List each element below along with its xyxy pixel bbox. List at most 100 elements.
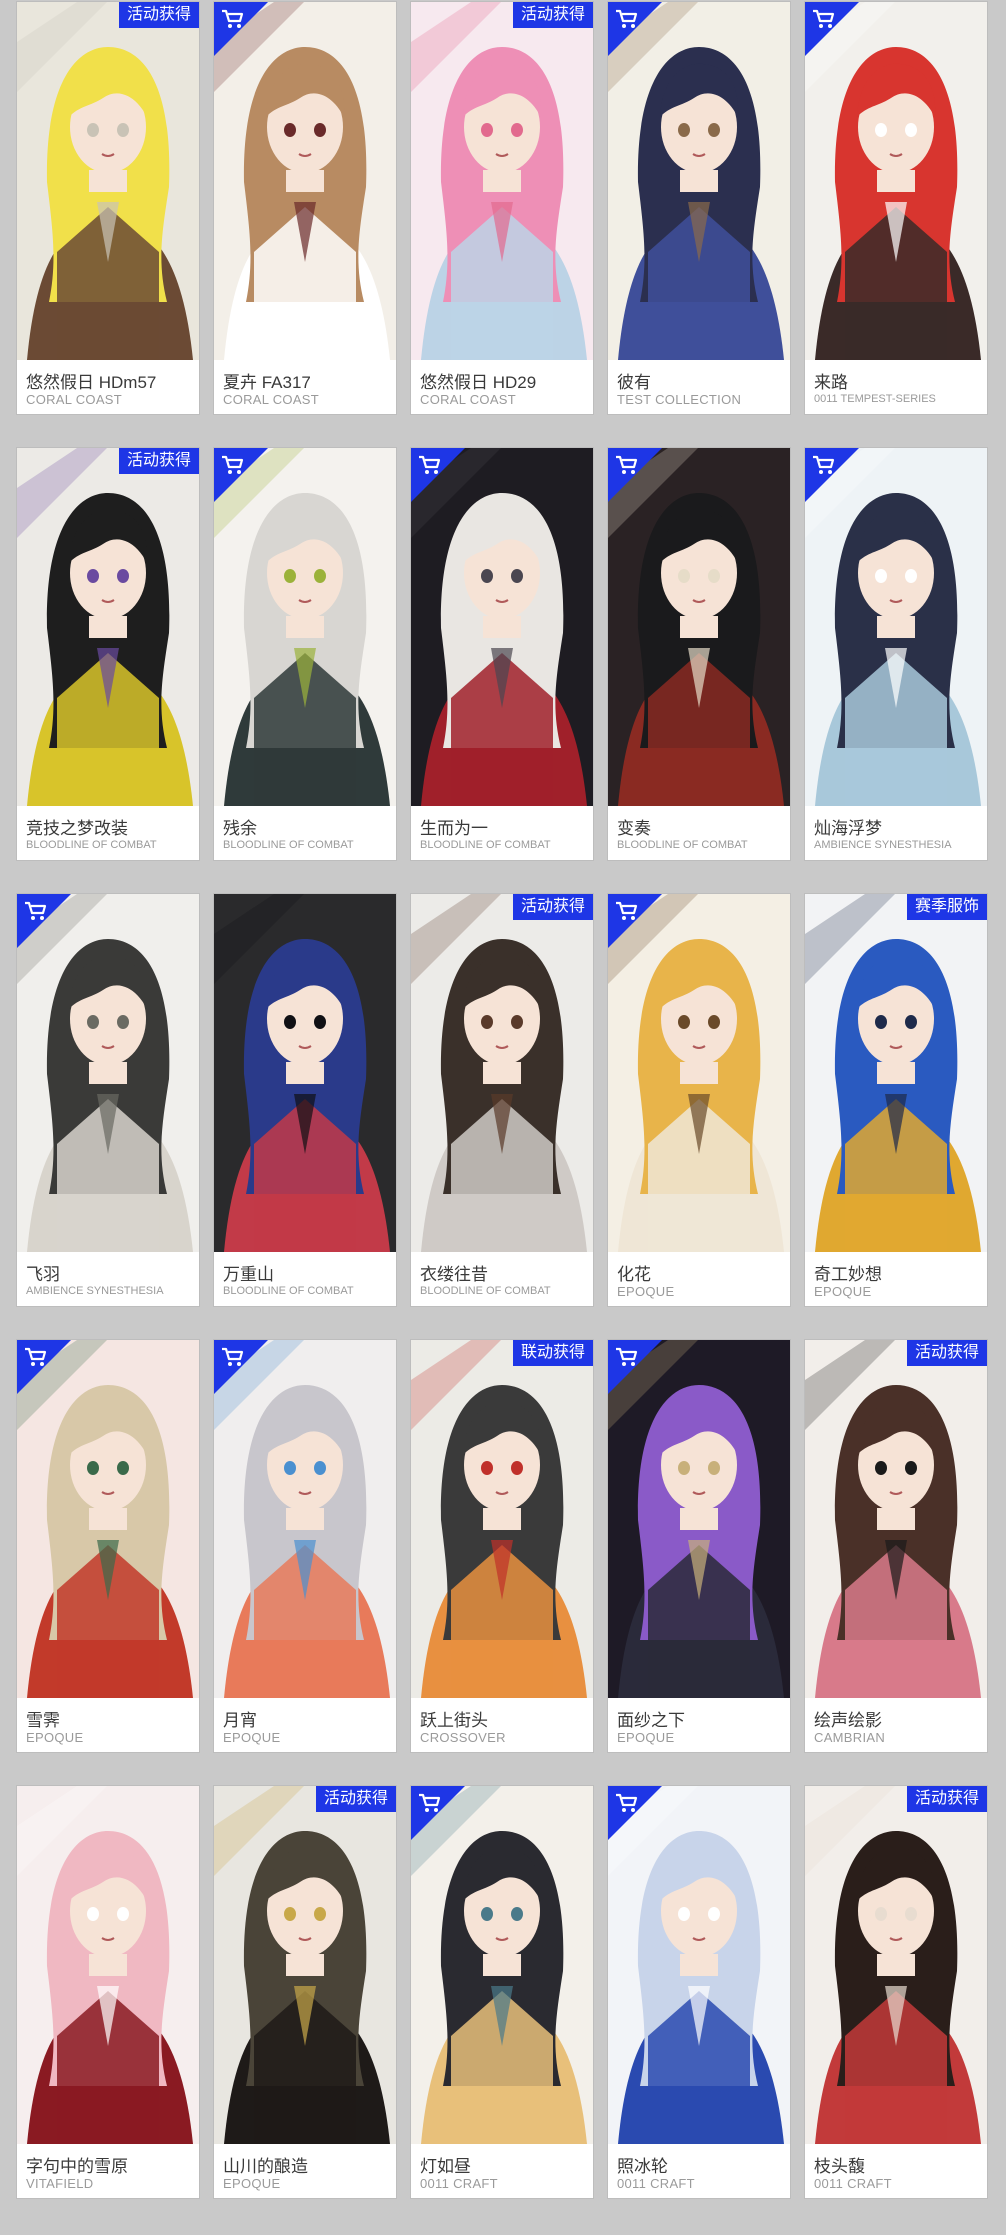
outfit-card[interactable]: 夏卉 FA317 CORAL COAST xyxy=(214,2,396,414)
outfit-name: 绘声绘影 xyxy=(814,1711,882,1730)
outfit-series: 0011 CRAFT xyxy=(617,2176,695,2191)
outfit-card[interactable]: 来路 0011 TEMPEST-SERIES xyxy=(805,2,987,414)
outfit-series: CROSSOVER xyxy=(420,1730,506,1745)
outfit-card[interactable]: 彼有 TEST COLLECTION xyxy=(608,2,790,414)
outfit-card[interactable]: 活动获得 悠然假日 HD29 CORAL COAST xyxy=(411,2,593,414)
acquisition-badge: 活动获得 xyxy=(118,448,199,474)
outfit-name: 彼有 xyxy=(617,373,651,392)
outfit-series: 0011 TEMPEST-SERIES xyxy=(814,393,936,405)
acquisition-badge: 联动获得 xyxy=(512,1340,593,1366)
shop-cart-icon xyxy=(608,1340,662,1394)
outfit-card[interactable]: 雪霁 EPOQUE xyxy=(17,1340,199,1752)
outfit-series: EPOQUE xyxy=(814,1284,872,1299)
outfit-series: CAMBRIAN xyxy=(814,1730,886,1745)
outfit-name: 化花 xyxy=(617,1265,651,1284)
outfit-series: BLOODLINE OF COMBAT xyxy=(223,1285,354,1297)
acquisition-badge: 活动获得 xyxy=(512,894,593,920)
outfit-illustration xyxy=(17,1786,199,2144)
outfit-series: BLOODLINE OF COMBAT xyxy=(420,1285,551,1297)
outfit-info: 化花 EPOQUE xyxy=(608,1252,790,1306)
outfit-series: BLOODLINE OF COMBAT xyxy=(26,839,157,851)
outfit-info: 来路 0011 TEMPEST-SERIES xyxy=(805,360,987,414)
shop-cart-icon xyxy=(805,2,859,56)
outfit-card[interactable]: 飞羽 AMBIENCE SYNESTHESIA xyxy=(17,894,199,1306)
outfit-series: EPOQUE xyxy=(617,1730,675,1745)
outfit-card[interactable]: 照冰轮 0011 CRAFT xyxy=(608,1786,790,2198)
outfit-card[interactable]: 赛季服饰 奇工妙想 EPOQUE xyxy=(805,894,987,1306)
outfit-series: AMBIENCE SYNESTHESIA xyxy=(26,1285,164,1297)
outfit-illustration xyxy=(411,1340,593,1698)
outfit-info: 面纱之下 EPOQUE xyxy=(608,1698,790,1752)
outfit-info: 悠然假日 HDm57 CORAL COAST xyxy=(17,360,199,414)
shop-cart-icon xyxy=(608,894,662,948)
outfit-series: VITAFIELD xyxy=(26,2176,94,2191)
outfit-card[interactable]: 化花 EPOQUE xyxy=(608,894,790,1306)
outfit-name: 生而为一 xyxy=(420,819,488,838)
outfit-card[interactable]: 变奏 BLOODLINE OF COMBAT xyxy=(608,448,790,860)
outfit-card[interactable]: 字句中的雪原 VITAFIELD xyxy=(17,1786,199,2198)
outfit-name: 竞技之梦改装 xyxy=(26,819,128,838)
outfit-card[interactable]: 面纱之下 EPOQUE xyxy=(608,1340,790,1752)
outfit-card[interactable]: 灿海浮梦 AMBIENCE SYNESTHESIA xyxy=(805,448,987,860)
outfit-info: 跃上街头 CROSSOVER xyxy=(411,1698,593,1752)
outfit-name: 奇工妙想 xyxy=(814,1265,882,1284)
outfit-info: 夏卉 FA317 CORAL COAST xyxy=(214,360,396,414)
outfit-card[interactable]: 活动获得衣缕往昔 BLOODLINE OF COMBAT xyxy=(411,894,593,1306)
acquisition-badge: 活动获得 xyxy=(906,1786,987,1812)
outfit-illustration xyxy=(214,1786,396,2144)
outfit-info: 照冰轮 0011 CRAFT xyxy=(608,2144,790,2198)
outfit-info: 灿海浮梦 AMBIENCE SYNESTHESIA xyxy=(805,806,987,860)
outfit-card[interactable]: 活动获得山川的酿造 EPOQUE xyxy=(214,1786,396,2198)
outfit-info: 彼有 TEST COLLECTION xyxy=(608,360,790,414)
outfit-card[interactable]: 生而为一 BLOODLINE OF COMBAT xyxy=(411,448,593,860)
outfit-card[interactable]: 月宵 EPOQUE xyxy=(214,1340,396,1752)
outfit-series: BLOODLINE OF COMBAT xyxy=(223,839,354,851)
outfit-card[interactable]: 活动获得枝头馥 0011 CRAFT xyxy=(805,1786,987,2198)
outfit-info: 奇工妙想 EPOQUE xyxy=(805,1252,987,1306)
outfit-series: 0011 CRAFT xyxy=(814,2176,892,2191)
outfit-card[interactable]: 活动获得竞技之梦改装 BLOODLINE OF COMBAT xyxy=(17,448,199,860)
outfit-illustration xyxy=(17,2,199,360)
outfit-name: 灯如昼 xyxy=(420,2157,471,2176)
outfit-series: CORAL COAST xyxy=(420,392,517,407)
outfit-card[interactable]: 联动获得跃上街头 CROSSOVER xyxy=(411,1340,593,1752)
outfit-name: 变奏 xyxy=(617,819,651,838)
outfit-info: 残余 BLOODLINE OF COMBAT xyxy=(214,806,396,860)
outfit-info: 灯如昼 0011 CRAFT xyxy=(411,2144,593,2198)
outfit-name: 夏卉 FA317 xyxy=(223,373,311,392)
outfit-name: 照冰轮 xyxy=(617,2157,668,2176)
acquisition-badge: 活动获得 xyxy=(118,2,199,28)
outfit-illustration xyxy=(805,1786,987,2144)
outfit-info: 生而为一 BLOODLINE OF COMBAT xyxy=(411,806,593,860)
outfit-card[interactable]: 活动获得悠然假日 HDm57 CORAL COAST xyxy=(17,2,199,414)
outfit-info: 字句中的雪原 VITAFIELD xyxy=(17,2144,199,2198)
outfit-info: 山川的酿造 EPOQUE xyxy=(214,2144,396,2198)
outfit-illustration xyxy=(17,448,199,806)
outfit-illustration xyxy=(805,894,987,1252)
outfit-name: 衣缕往昔 xyxy=(420,1265,488,1284)
shop-cart-icon xyxy=(214,2,268,56)
outfit-series: EPOQUE xyxy=(223,1730,281,1745)
shop-cart-icon xyxy=(411,448,465,502)
outfit-name: 万重山 xyxy=(223,1265,274,1284)
outfit-info: 变奏 BLOODLINE OF COMBAT xyxy=(608,806,790,860)
outfit-name: 山川的酿造 xyxy=(223,2157,308,2176)
outfit-card[interactable]: 残余 BLOODLINE OF COMBAT xyxy=(214,448,396,860)
outfit-name: 悠然假日 HD29 xyxy=(420,373,537,392)
outfit-series: CORAL COAST xyxy=(26,392,123,407)
outfit-name: 枝头馥 xyxy=(814,2157,865,2176)
outfit-card[interactable]: 万重山 BLOODLINE OF COMBAT xyxy=(214,894,396,1306)
shop-cart-icon xyxy=(214,448,268,502)
outfit-card[interactable]: 活动获得绘声绘影 CAMBRIAN xyxy=(805,1340,987,1752)
outfit-card[interactable]: 灯如昼 0011 CRAFT xyxy=(411,1786,593,2198)
shop-cart-icon xyxy=(608,448,662,502)
outfit-series: TEST COLLECTION xyxy=(617,392,742,407)
outfit-name: 悠然假日 HDm57 xyxy=(26,373,157,392)
outfit-info: 月宵 EPOQUE xyxy=(214,1698,396,1752)
shop-cart-icon xyxy=(17,1340,71,1394)
acquisition-badge: 活动获得 xyxy=(906,1340,987,1366)
outfit-info: 枝头馥 0011 CRAFT xyxy=(805,2144,987,2198)
outfit-name: 字句中的雪原 xyxy=(26,2157,128,2176)
acquisition-badge: 活动获得 xyxy=(315,1786,396,1812)
outfit-info: 悠然假日 HD29 CORAL COAST xyxy=(411,360,593,414)
